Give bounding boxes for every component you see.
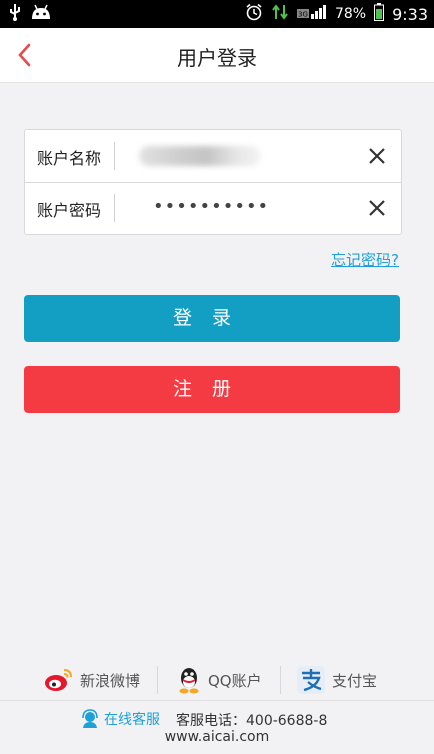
social-login-bar: 新浪微博 QQ账户 支付宝: [24, 662, 400, 698]
alipay-label: 支付宝: [332, 671, 378, 690]
forgot-password-link[interactable]: 忘记密码?: [331, 249, 399, 270]
status-time: 9:33: [392, 4, 428, 24]
password-input[interactable]: ••••••••••: [139, 192, 359, 224]
qq-penguin-icon: [179, 668, 199, 694]
weibo-icon: [45, 669, 72, 691]
status-bar: 3G 78% 9:33: [0, 0, 434, 28]
password-row: 账户密码 ••••••••••: [25, 182, 401, 234]
close-icon: [369, 148, 385, 164]
battery-icon: [374, 3, 385, 25]
alipay-login-button[interactable]: 支付宝: [296, 662, 377, 698]
password-label: 账户密码: [37, 201, 102, 220]
data-transfer-icon: [271, 3, 289, 25]
account-value-blurred: [139, 146, 261, 166]
account-label: 账户名称: [37, 149, 102, 168]
status-right-icons: 3G 78% 9:33: [245, 3, 428, 25]
footer: 在线客服 客服电话：400-6688-8 www.aicai.com: [0, 700, 434, 754]
login-form: 账户名称 账户密码 ••••••••••: [24, 129, 402, 235]
social-divider: [157, 666, 158, 694]
status-left-icons: [8, 4, 52, 24]
alarm-icon: [245, 3, 263, 25]
weibo-label: 新浪微博: [80, 671, 141, 690]
signal-icon: 3G: [296, 4, 327, 24]
login-button[interactable]: 登录: [24, 295, 400, 342]
android-icon: [30, 4, 52, 24]
alipay-icon: [297, 666, 325, 694]
account-row: 账户名称: [25, 130, 401, 183]
clear-account-button[interactable]: [367, 146, 387, 166]
online-service-label: 在线客服: [104, 712, 160, 728]
battery-percent: 78%: [334, 6, 367, 22]
field-divider: [114, 142, 115, 170]
online-service-link[interactable]: 在线客服: [80, 709, 160, 729]
qq-login-button[interactable]: QQ账户: [176, 662, 262, 698]
close-icon: [369, 200, 385, 216]
clear-password-button[interactable]: [367, 198, 387, 218]
weibo-login-button[interactable]: 新浪微博: [44, 662, 140, 698]
service-phone: 客服电话：400-6688-8: [176, 713, 328, 729]
usb-icon: [8, 3, 22, 25]
social-divider: [280, 666, 281, 694]
app-header: 用户登录: [0, 28, 434, 83]
customer-service-icon: [82, 709, 98, 728]
svg-text:3G: 3G: [298, 11, 308, 19]
register-button[interactable]: 注册: [24, 366, 400, 413]
password-mask: ••••••••••: [153, 196, 270, 217]
website-url: www.aicai.com: [164, 729, 270, 745]
field-divider: [114, 194, 115, 222]
account-input[interactable]: [139, 140, 359, 172]
qq-label: QQ账户: [208, 671, 262, 690]
page-title: 用户登录: [177, 46, 257, 70]
